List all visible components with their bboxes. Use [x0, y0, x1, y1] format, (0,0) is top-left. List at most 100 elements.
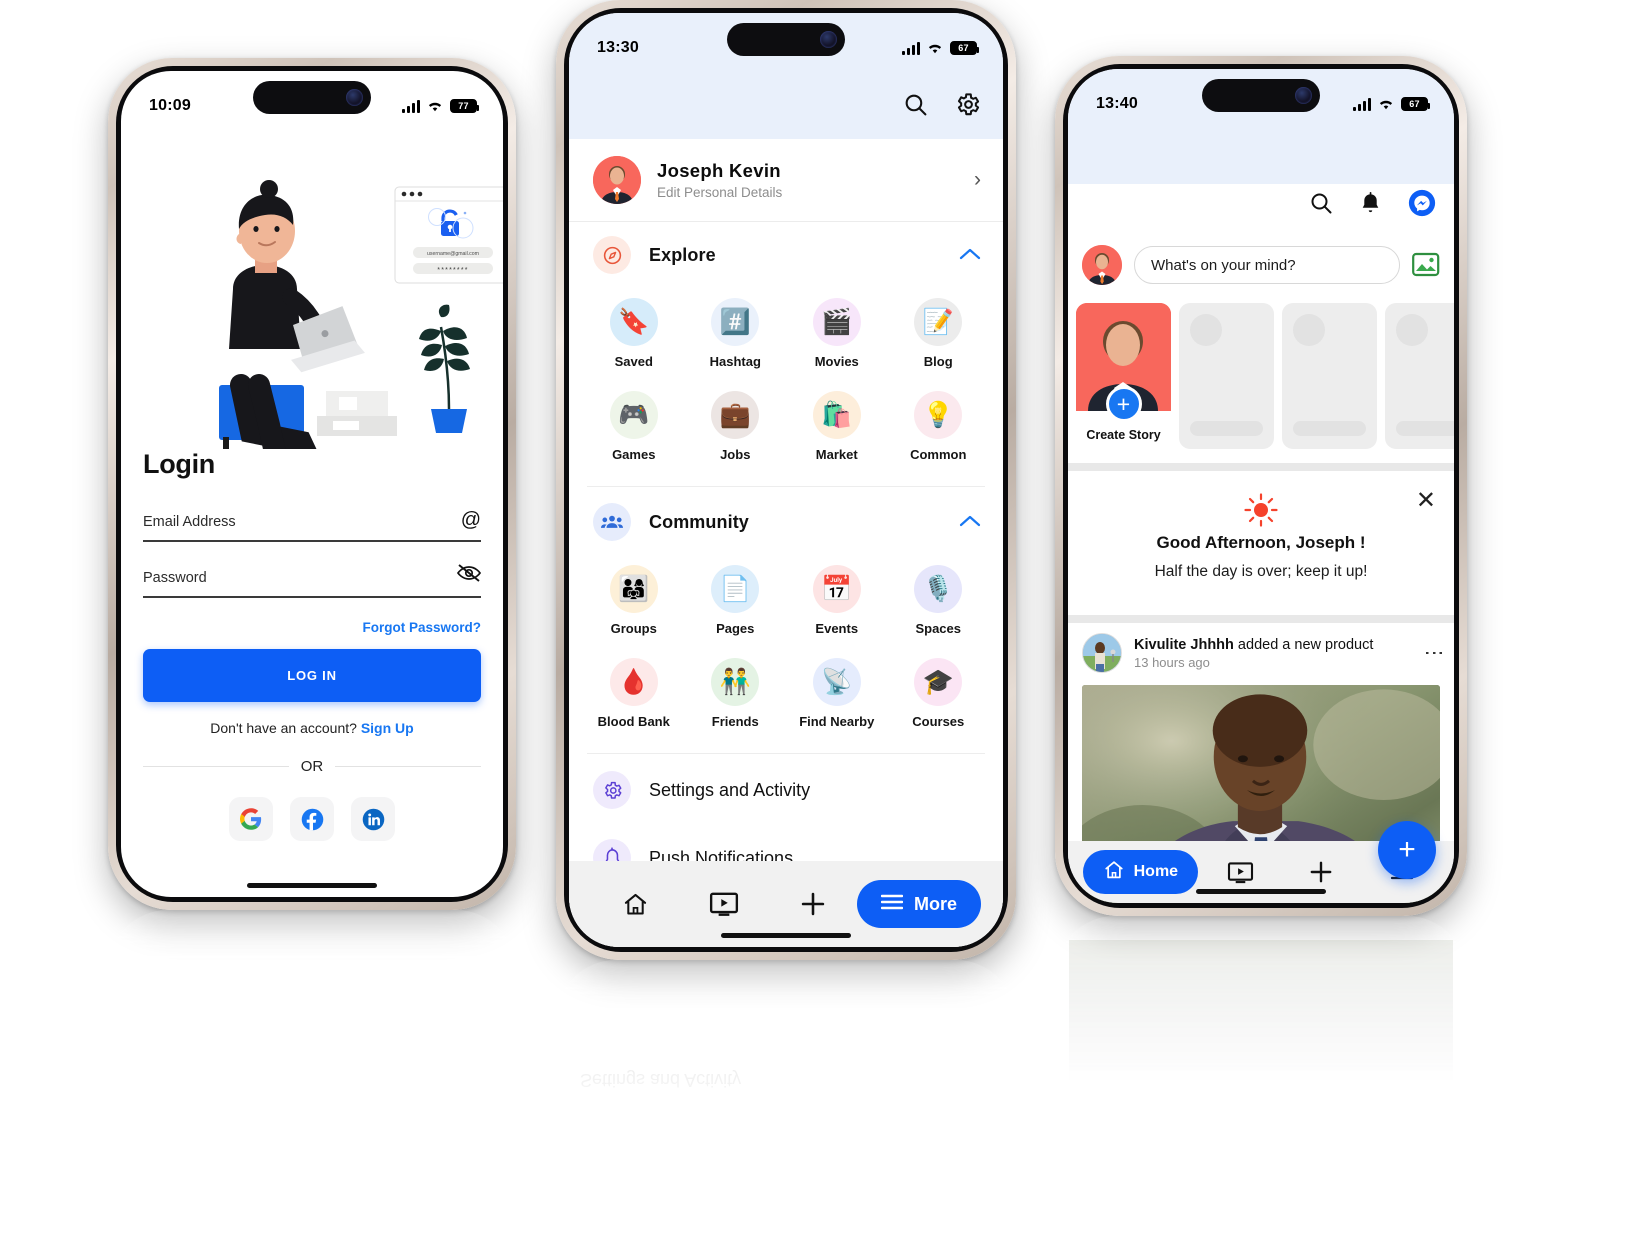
compass-icon [593, 236, 631, 274]
google-login-button[interactable] [229, 797, 273, 841]
greeting-subtitle: Half the day is over; keep it up! [1154, 563, 1368, 580]
password-field[interactable]: Password [143, 564, 482, 598]
section-community: Community 👨‍👩‍👧 Groups 📄 Pages 📅 Events 🎙️ S… [569, 489, 1003, 751]
section-header-community[interactable]: Community [569, 489, 1003, 555]
create-story-plus-icon[interactable]: + [1105, 386, 1142, 422]
friends-icon: 👬 [711, 658, 760, 706]
grid-item-events[interactable]: 📅 Events [786, 559, 888, 646]
forgot-password-link[interactable]: Forgot Password? [143, 620, 481, 635]
post-author-line: Kivulite Jhhhh added a new product [1134, 637, 1373, 653]
composer-input[interactable]: What's on your mind? [1134, 246, 1400, 284]
grid-item-movies[interactable]: 🎬 Movies [786, 292, 888, 379]
avatar [593, 156, 641, 204]
nav-watch[interactable] [680, 891, 769, 917]
login-illustration: username@gmail.com ******** [121, 129, 503, 485]
grid-item-blood-bank[interactable]: 🩸 Blood Bank [583, 652, 685, 739]
grid-item-label: Movies [814, 354, 859, 369]
email-field[interactable]: Email Address @ [143, 510, 481, 542]
battery-icon: 67 [950, 41, 979, 55]
chevron-up-icon[interactable] [959, 245, 981, 265]
grid-item-label: Spaces [915, 621, 962, 636]
more-button[interactable]: More [856, 880, 981, 928]
nav-home[interactable]: Home [1080, 850, 1201, 894]
post-author-avatar[interactable] [1082, 633, 1122, 673]
jobs-icon: 💼 [711, 391, 760, 439]
grid-item-label: Events [815, 621, 859, 636]
home-pill[interactable]: Home [1082, 850, 1199, 894]
illus-email-text: username@gmail.com [427, 251, 479, 257]
grid-item-friends[interactable]: 👬 Friends [685, 652, 787, 739]
nav-add[interactable] [768, 890, 857, 918]
grid-item-common[interactable]: 💡 Common [888, 385, 990, 472]
grid-item-label: Jobs [720, 447, 751, 462]
section-header-explore[interactable]: Explore [569, 222, 1003, 288]
phone3-reflection: Home [1055, 916, 1467, 1186]
battery-icon: 67 [1401, 97, 1430, 111]
grid-item-label: Blood Bank [597, 714, 670, 729]
grid-item-label: Market [815, 447, 858, 462]
phone-login-screen: 10:09 77 username@gmail.com ******** Log… [108, 58, 516, 910]
story-placeholder[interactable] [1385, 303, 1454, 449]
section-divider [587, 753, 985, 754]
header-actions [903, 91, 981, 123]
gear-icon [593, 771, 631, 809]
menu-content: Joseph Kevin Edit Personal Details › Exp… [569, 139, 1003, 947]
grid-item-courses[interactable]: 🎓 Courses [888, 652, 990, 739]
story-avatar-placeholder [1293, 314, 1325, 346]
facebook-login-button[interactable] [290, 797, 334, 841]
chevron-up-icon[interactable] [959, 512, 981, 532]
nav-watch[interactable] [1201, 861, 1281, 884]
post-author-name[interactable]: Kivulite Jhhhh [1134, 637, 1234, 653]
saved-icon: 🔖 [609, 298, 658, 346]
composer-row: What's on your mind? [1068, 234, 1454, 296]
at-icon: @ [460, 509, 481, 531]
grid-item-pages[interactable]: 📄 Pages [685, 559, 787, 646]
profile-row[interactable]: Joseph Kevin Edit Personal Details › [569, 139, 1003, 222]
signup-link[interactable]: Sign Up [361, 720, 414, 736]
email-field-label: Email Address [143, 514, 236, 530]
grid-item-find-nearby[interactable]: 📡 Find Nearby [786, 652, 888, 739]
close-icon[interactable]: ✕ [1416, 489, 1436, 513]
create-post-fab[interactable]: + [1378, 821, 1436, 879]
grid-item-saved[interactable]: 🔖 Saved [583, 292, 685, 379]
story-placeholder[interactable] [1179, 303, 1274, 449]
grid-item-jobs[interactable]: 💼 Jobs [685, 385, 787, 472]
post-menu-icon[interactable]: ⋮ [1423, 643, 1445, 664]
grid-item-blog[interactable]: 📝 Blog [888, 292, 990, 379]
eye-off-icon[interactable] [456, 564, 482, 586]
wifi-icon [928, 44, 942, 54]
story-create[interactable]: + Create Story [1076, 303, 1171, 449]
row-label: Settings and Activity [649, 779, 811, 800]
linkedin-login-button[interactable] [351, 797, 395, 841]
grid-item-groups[interactable]: 👨‍👩‍👧 Groups [583, 559, 685, 646]
avatar[interactable] [1082, 245, 1122, 285]
search-icon[interactable] [1309, 191, 1333, 220]
grid-item-spaces[interactable]: 🎙️ Spaces [888, 559, 990, 646]
phone2-reflection: More Push Notifications Settings and Act… [556, 960, 1016, 1250]
story-avatar-placeholder [1190, 314, 1222, 346]
section-title: Explore [649, 244, 716, 265]
battery-level: 67 [958, 42, 969, 53]
events-icon: 📅 [812, 565, 861, 613]
bell-icon[interactable] [1359, 191, 1382, 220]
divider-right [335, 766, 481, 767]
story-placeholder[interactable] [1282, 303, 1377, 449]
login-button[interactable]: LOG IN [143, 649, 481, 702]
story-label-placeholder [1396, 421, 1454, 436]
grid-item-hashtag[interactable]: #️⃣ Hashtag [685, 292, 787, 379]
grid-item-market[interactable]: 🛍️ Market [786, 385, 888, 472]
phone1-reflection: OR [108, 910, 516, 1190]
grid-item-games[interactable]: 🎮 Games [583, 385, 685, 472]
stories-row: + Create Story [1068, 296, 1454, 456]
photo-icon[interactable] [1412, 252, 1440, 278]
messenger-icon[interactable] [1408, 189, 1436, 222]
row-settings-and-activity[interactable]: Settings and Activity [569, 756, 1003, 824]
header-actions [1309, 189, 1436, 222]
nav-home[interactable] [591, 891, 680, 918]
search-icon[interactable] [903, 92, 928, 122]
dynamic-island [727, 23, 845, 56]
nav-add[interactable] [1281, 859, 1361, 885]
front-camera-icon [346, 89, 363, 106]
gear-icon[interactable] [954, 91, 981, 123]
grid-item-label: Games [612, 447, 656, 462]
